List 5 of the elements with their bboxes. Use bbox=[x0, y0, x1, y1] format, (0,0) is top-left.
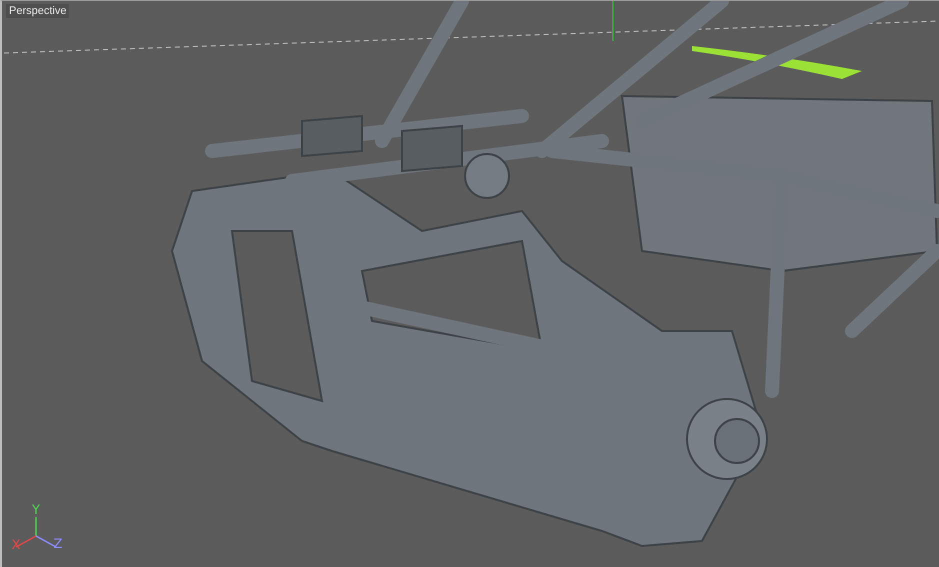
viewport-title: Perspective bbox=[6, 4, 70, 18]
axis-label: Z bbox=[54, 537, 62, 552]
axis-label: Y bbox=[32, 503, 40, 518]
world-axis-line bbox=[612, 1, 614, 42]
axis-label: X bbox=[12, 538, 20, 553]
